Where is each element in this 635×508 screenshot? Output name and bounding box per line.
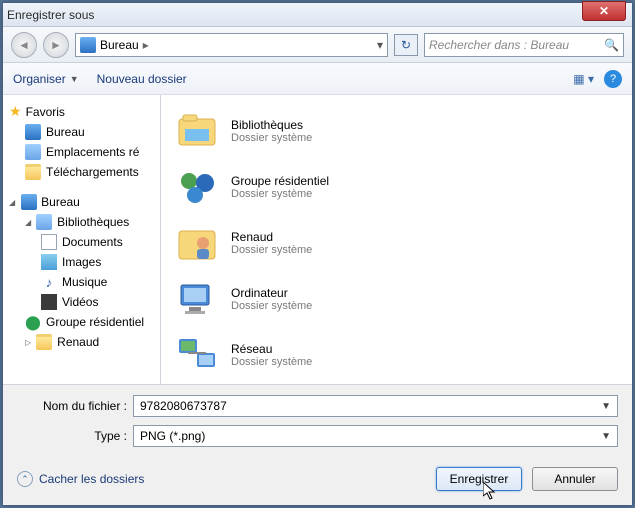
search-input[interactable]: Rechercher dans : Bureau 🔍 [424, 33, 624, 57]
footer: ⌃ Cacher les dossiers Enregistrer Annule… [3, 457, 632, 505]
toolbar: Organiser ▼ Nouveau dossier ▦ ▾ ? [3, 63, 632, 95]
sidebar-item-recent[interactable]: Emplacements ré [5, 142, 158, 162]
close-button[interactable]: ✕ [582, 1, 626, 21]
document-icon [41, 234, 57, 250]
filename-input[interactable]: 9782080673787 ▼ [133, 395, 618, 417]
filename-label: Nom du fichier : [17, 399, 127, 413]
sidebar-item-documents[interactable]: Documents [5, 232, 158, 252]
sidebar-item-videos[interactable]: Vidéos [5, 292, 158, 312]
music-icon: ♪ [41, 274, 57, 290]
chevron-up-icon: ⌃ [17, 471, 33, 487]
back-button[interactable]: ◄ [11, 32, 37, 58]
desktop-icon [25, 124, 41, 140]
filetype-select[interactable]: PNG (*.png) ▼ [133, 425, 618, 447]
list-item[interactable]: RéseauDossier système [171, 327, 622, 383]
file-fields: Nom du fichier : 9782080673787 ▼ Type : … [3, 384, 632, 457]
sidebar-item-images[interactable]: Images [5, 252, 158, 272]
list-item[interactable]: BibliothèquesDossier système [171, 103, 622, 159]
cancel-button[interactable]: Annuler [532, 467, 618, 491]
chevron-down-icon[interactable]: ▼ [601, 431, 611, 442]
desktop-icon [21, 194, 37, 210]
save-button[interactable]: Enregistrer [436, 467, 522, 491]
list-item[interactable]: Groupe résidentielDossier système [171, 159, 622, 215]
chevron-right-icon: ▸ [143, 38, 149, 52]
libraries-icon [175, 111, 219, 151]
save-as-dialog: Enregistrer sous ✕ ◄ ► Bureau ▸ ▾ ↻ Rech… [2, 2, 633, 506]
sidebar: ★ Favoris Bureau Emplacements ré Télécha… [3, 95, 161, 384]
sidebar-favorites[interactable]: ★ Favoris [5, 101, 158, 122]
list-item[interactable]: OrdinateurDossier système [171, 271, 622, 327]
address-bar[interactable]: Bureau ▸ ▾ [75, 33, 388, 57]
file-list: BibliothèquesDossier système Groupe rési… [161, 95, 632, 384]
address-dropdown-icon[interactable]: ▾ [377, 38, 383, 52]
group-icon: ⬤ [25, 314, 41, 330]
list-item[interactable]: RenaudDossier système [171, 215, 622, 271]
sidebar-item-libraries[interactable]: ◢Bibliothèques [5, 212, 158, 232]
sidebar-item-music[interactable]: ♪Musique [5, 272, 158, 292]
folder-icon [25, 164, 41, 180]
hide-folders-button[interactable]: ⌃ Cacher les dossiers [17, 471, 144, 487]
user-folder-icon [36, 334, 52, 350]
network-icon [175, 335, 219, 375]
homegroup-icon [175, 167, 219, 207]
libraries-icon [36, 214, 52, 230]
cursor-icon [483, 482, 497, 500]
new-folder-button[interactable]: Nouveau dossier [97, 72, 187, 86]
refresh-button[interactable]: ↻ [394, 34, 418, 56]
image-icon [41, 254, 57, 270]
search-icon: 🔍 [604, 38, 619, 52]
sidebar-desktop[interactable]: Bureau [5, 192, 158, 212]
recent-icon [25, 144, 41, 160]
view-options-button[interactable]: ▦ ▾ [573, 72, 594, 86]
forward-button[interactable]: ► [43, 32, 69, 58]
user-folder-icon [175, 223, 219, 263]
window-title: Enregistrer sous [7, 8, 94, 22]
navbar: ◄ ► Bureau ▸ ▾ ↻ Rechercher dans : Burea… [3, 27, 632, 63]
sidebar-item-homegroup[interactable]: ⬤Groupe résidentiel [5, 312, 158, 332]
sidebar-item-renaud[interactable]: ▷Renaud [5, 332, 158, 352]
sidebar-item-bureau[interactable]: Bureau [5, 122, 158, 142]
chevron-down-icon[interactable]: ▼ [601, 401, 611, 412]
organize-menu[interactable]: Organiser ▼ [13, 72, 79, 86]
desktop-icon [80, 37, 96, 53]
filetype-label: Type : [17, 429, 127, 443]
computer-icon [175, 279, 219, 319]
video-icon [41, 294, 57, 310]
help-button[interactable]: ? [604, 70, 622, 88]
titlebar: Enregistrer sous ✕ [3, 3, 632, 27]
chevron-down-icon: ▼ [70, 74, 79, 84]
address-location: Bureau [100, 38, 139, 52]
search-placeholder: Rechercher dans : Bureau [429, 38, 569, 52]
sidebar-item-downloads[interactable]: Téléchargements [5, 162, 158, 182]
star-icon: ★ [9, 103, 22, 120]
